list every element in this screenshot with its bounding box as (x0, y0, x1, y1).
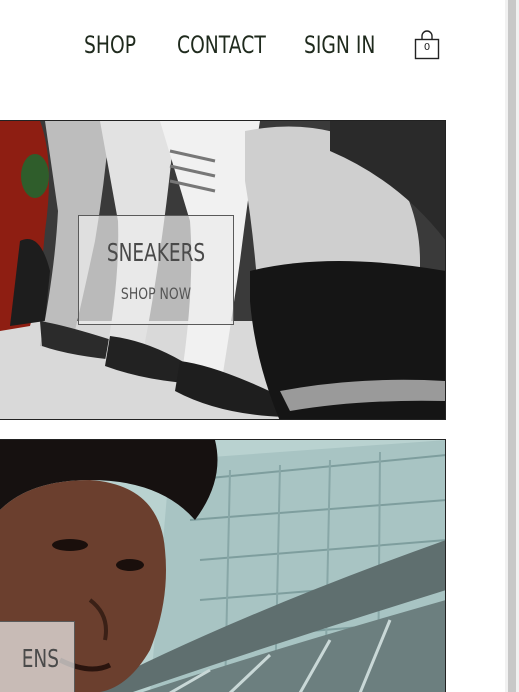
site-header: SHOP CONTACT SIGN IN 0 (0, 0, 505, 92)
mens-title: ENS (21, 644, 59, 673)
mens-banner[interactable]: ENS (0, 439, 446, 692)
mens-label-box[interactable]: ENS (0, 621, 75, 692)
sneakers-label-box[interactable]: SNEAKERS SHOP NOW (78, 215, 234, 325)
nav-contact-link[interactable]: CONTACT (177, 28, 266, 62)
nav-shop-link[interactable]: SHOP (84, 28, 136, 62)
page-scrollbar[interactable] (505, 0, 519, 692)
shop-now-link[interactable]: SHOP NOW (96, 284, 216, 303)
page: SHOP CONTACT SIGN IN 0 SNEAKERS SHOP NOW… (0, 0, 519, 692)
cart-button[interactable]: 0 (414, 30, 440, 60)
sneakers-title: SNEAKERS (106, 238, 206, 267)
sneakers-banner[interactable]: SNEAKERS SHOP NOW (0, 120, 446, 420)
scrollbar-thumb[interactable] (508, 0, 516, 692)
nav-sign-in-link[interactable]: SIGN IN (304, 28, 375, 62)
cart-count: 0 (423, 42, 431, 53)
